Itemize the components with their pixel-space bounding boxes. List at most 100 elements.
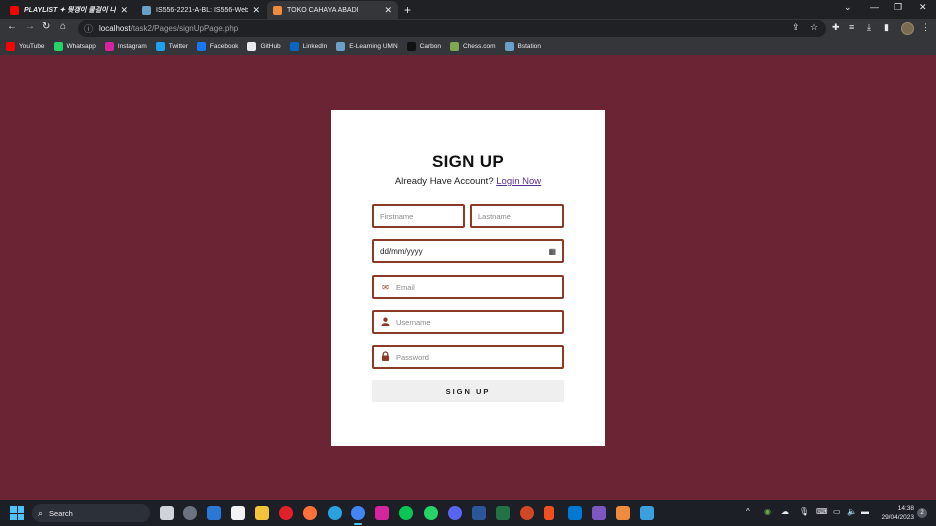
media-icon[interactable]: ≡ bbox=[849, 22, 854, 32]
cloud-icon[interactable]: ☁ bbox=[781, 507, 789, 516]
close-icon[interactable]: ✕ bbox=[384, 5, 392, 16]
whatsapp-app-icon[interactable] bbox=[424, 506, 438, 520]
keyboard-icon[interactable]: ⌨ bbox=[816, 507, 828, 516]
vscode-icon[interactable] bbox=[568, 506, 582, 520]
instagram-app-icon[interactable] bbox=[375, 506, 389, 520]
volume-icon[interactable]: 🔈 bbox=[847, 507, 857, 516]
extensions-icon[interactable]: ✚ bbox=[832, 22, 840, 33]
active-app-indicator bbox=[354, 523, 362, 525]
restore-icon[interactable]: ❐ bbox=[894, 2, 902, 13]
user-icon bbox=[380, 317, 391, 328]
elearning-icon bbox=[142, 5, 151, 15]
chess-icon bbox=[450, 42, 459, 51]
tab-search-icon[interactable]: ⌄ bbox=[844, 2, 852, 13]
bookmark-label: LinkedIn bbox=[302, 43, 328, 50]
bookmark-label: YouTube bbox=[19, 43, 45, 50]
email-input[interactable]: ✉ Email bbox=[372, 275, 564, 299]
tab-youtube[interactable]: PLAYLIST ✦ 뭣갱이 쿨걸이 나오는 ✕ bbox=[4, 1, 134, 19]
home-icon[interactable]: ⌂ bbox=[60, 21, 66, 32]
forward-icon[interactable]: → bbox=[25, 21, 35, 32]
task-view-icon[interactable] bbox=[160, 506, 174, 520]
discord-icon[interactable] bbox=[448, 506, 462, 520]
search-icon: ⌕ bbox=[38, 507, 44, 518]
email-placeholder: Email bbox=[396, 282, 415, 292]
bookmark-item[interactable]: Instagram bbox=[104, 42, 147, 51]
side-panel-icon[interactable]: ▮ bbox=[884, 22, 889, 33]
toko-favicon-icon bbox=[273, 5, 282, 15]
profile-avatar[interactable] bbox=[901, 22, 914, 35]
address-bar[interactable]: ⓘ localhost/task2/Pages/signUpPage.php bbox=[78, 20, 826, 37]
signup-card: SIGN UP Already Have Account? Login Now … bbox=[331, 110, 605, 446]
notification-badge[interactable]: 2 bbox=[917, 508, 927, 518]
instagram-icon bbox=[104, 42, 114, 51]
bookmark-item[interactable]: Whatsapp bbox=[53, 42, 96, 51]
visual-studio-icon[interactable] bbox=[592, 506, 606, 520]
bookmark-label: Whatsapp bbox=[66, 43, 96, 50]
tab-elearning[interactable]: IS556-2221-A-BL: IS556-Web Dev ✕ bbox=[136, 1, 266, 19]
firefox-icon[interactable] bbox=[303, 506, 317, 520]
microphone-icon[interactable]: 🎙 bbox=[799, 507, 809, 516]
username-placeholder: Username bbox=[396, 317, 431, 327]
share-icon[interactable]: ⇪ bbox=[792, 22, 800, 33]
whatsapp-icon bbox=[53, 42, 63, 51]
minimize-icon[interactable]: — bbox=[870, 2, 879, 12]
calendar-icon[interactable]: ▦ bbox=[548, 247, 556, 256]
excel-icon[interactable] bbox=[496, 506, 510, 520]
paint-icon[interactable] bbox=[640, 506, 654, 520]
bookmark-item[interactable]: Bstation bbox=[504, 42, 542, 51]
bookmark-item[interactable]: YouTube bbox=[6, 42, 45, 51]
bookmark-item[interactable]: E-Learning UMN bbox=[336, 42, 398, 51]
powerpoint-icon[interactable] bbox=[520, 506, 534, 520]
site-info-icon[interactable]: ⓘ bbox=[84, 22, 93, 35]
windows-start-icon[interactable] bbox=[10, 506, 24, 520]
store-icon[interactable] bbox=[231, 506, 245, 520]
widgets-icon[interactable] bbox=[183, 506, 197, 520]
bookmark-item[interactable]: Carbon bbox=[406, 42, 441, 51]
xampp-icon[interactable] bbox=[616, 506, 630, 520]
file-explorer-icon[interactable] bbox=[255, 506, 269, 520]
back-icon[interactable]: ← bbox=[7, 21, 17, 32]
taskbar: ⌕ Search ^ ◉ ☁ 🎙 ⌨ ▭ 🔈 ▬ 14:38 29/04/202… bbox=[0, 500, 936, 526]
battery-icon[interactable]: ▬ bbox=[861, 507, 869, 516]
signup-button[interactable]: SIGN UP bbox=[372, 380, 564, 402]
line-icon[interactable] bbox=[399, 506, 413, 520]
login-prompt: Already Have Account? Login Now bbox=[331, 176, 605, 187]
close-window-icon[interactable]: ✕ bbox=[919, 2, 927, 13]
password-input[interactable]: Password bbox=[372, 345, 564, 369]
bookmark-label: Bstation bbox=[517, 43, 542, 50]
birthdate-input[interactable]: dd/mm/yyyy ▦ bbox=[372, 239, 564, 263]
close-icon[interactable]: ✕ bbox=[120, 5, 128, 16]
linkedin-icon bbox=[289, 42, 299, 51]
lastname-placeholder: Lastname bbox=[478, 211, 511, 221]
tab-title: PLAYLIST ✦ 뭣갱이 쿨걸이 나오는 bbox=[24, 7, 117, 14]
bookmark-item[interactable]: Chess.com bbox=[450, 42, 496, 51]
figma-icon[interactable] bbox=[544, 506, 554, 520]
download-icon[interactable]: ⤓ bbox=[867, 22, 871, 33]
bookmark-star-icon[interactable]: ☆ bbox=[810, 22, 818, 33]
bookmark-item[interactable]: GitHub bbox=[247, 42, 281, 51]
word-icon[interactable] bbox=[472, 506, 486, 520]
taskbar-search[interactable]: ⌕ Search bbox=[32, 504, 150, 522]
security-tray-icon[interactable]: ◉ bbox=[764, 507, 771, 516]
display-icon[interactable]: ▭ bbox=[833, 507, 841, 516]
login-link[interactable]: Login Now bbox=[496, 176, 541, 187]
chevron-up-icon[interactable]: ^ bbox=[746, 507, 750, 516]
clock[interactable]: 14:38 29/04/2023 bbox=[876, 504, 914, 522]
close-icon[interactable]: ✕ bbox=[252, 5, 260, 16]
defender-icon[interactable] bbox=[207, 506, 221, 520]
username-input[interactable]: Username bbox=[372, 310, 564, 334]
lastname-input[interactable]: Lastname bbox=[470, 204, 564, 228]
bookmark-item[interactable]: Facebook bbox=[196, 42, 238, 51]
opera-icon[interactable] bbox=[279, 506, 293, 520]
bookmark-item[interactable]: Twitter bbox=[155, 42, 188, 51]
chrome-icon[interactable] bbox=[351, 506, 365, 520]
edge-icon[interactable] bbox=[328, 506, 342, 520]
menu-icon[interactable]: ⋮ bbox=[921, 22, 930, 33]
reload-icon[interactable]: ↻ bbox=[42, 21, 50, 32]
tab-toko[interactable]: TOKO CAHAYA ABADI ✕ bbox=[267, 1, 398, 19]
bookmark-item[interactable]: LinkedIn bbox=[289, 42, 328, 51]
firstname-placeholder: Firstname bbox=[380, 211, 414, 221]
bookmark-label: Carbon bbox=[419, 43, 441, 50]
firstname-input[interactable]: Firstname bbox=[372, 204, 465, 228]
new-tab-button[interactable]: + bbox=[404, 3, 411, 17]
